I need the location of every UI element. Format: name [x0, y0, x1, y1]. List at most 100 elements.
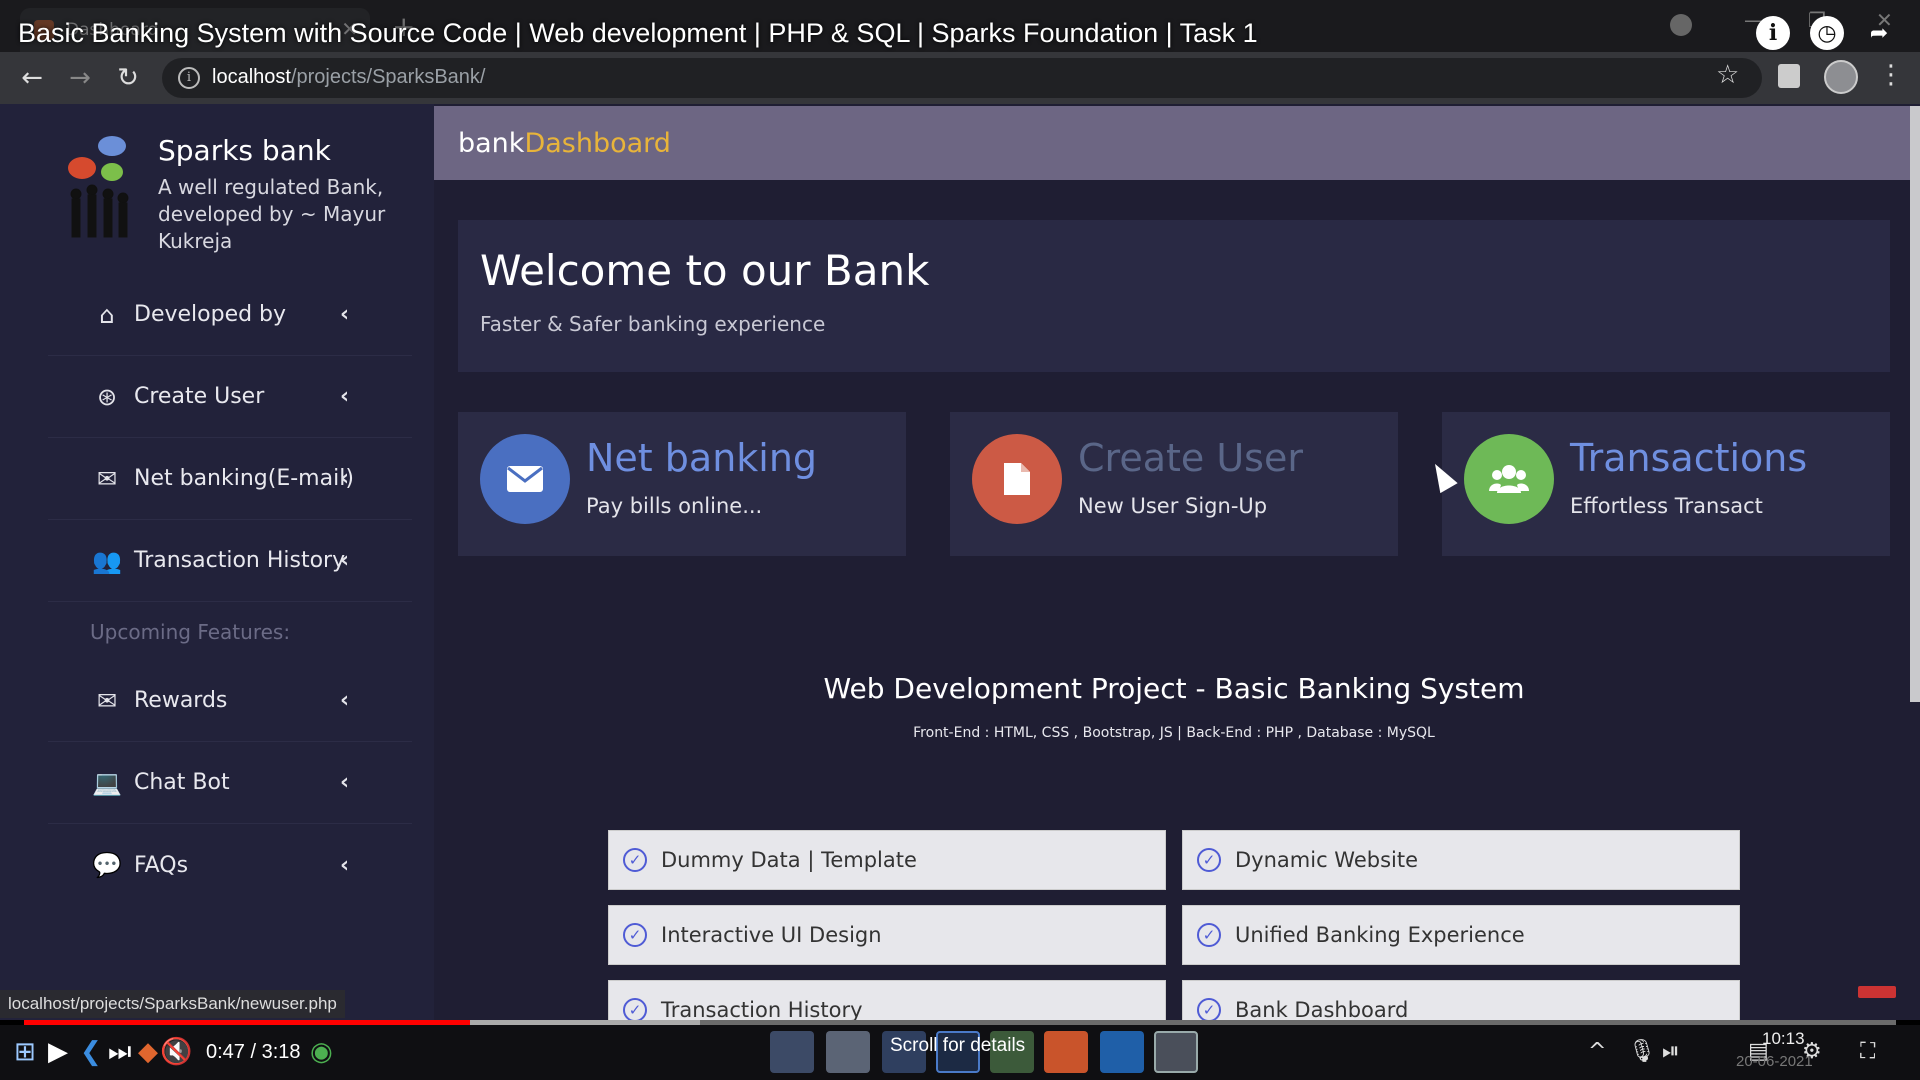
reload-icon[interactable]: ↻: [112, 62, 144, 94]
feature-label: Dynamic Website: [1235, 848, 1419, 872]
feature-label: Bank Dashboard: [1235, 998, 1409, 1020]
sidebar-item-net-banking[interactable]: ✉ Net banking(E-mail) ‹: [48, 438, 412, 520]
chevron-left-icon: ‹: [340, 688, 350, 713]
address-bar[interactable]: i localhost/projects/SparksBank/: [162, 58, 1762, 98]
welcome-heading: Welcome to our Bank: [480, 246, 930, 295]
header-title-accent: Dashboard: [524, 128, 671, 159]
feature-item: ✓ Interactive UI Design: [608, 905, 1166, 965]
back-icon[interactable]: ←: [16, 62, 48, 94]
sidebar-item-developed-by[interactable]: ⌂ Developed by ‹: [48, 274, 412, 356]
taskbar-computer-icon[interactable]: [770, 1031, 814, 1073]
chrome-icon[interactable]: ◉: [310, 1037, 333, 1067]
header-title-prefix: bank: [458, 128, 525, 159]
watch-later-icon[interactable]: ◷: [1810, 16, 1844, 50]
forward-icon[interactable]: →: [64, 62, 96, 94]
play-icon[interactable]: ▶: [48, 1037, 68, 1067]
browser-chrome: Dashboard ✕ + — ❐ ✕ Basic Banking System…: [0, 0, 1920, 104]
main-content: bankDashboard Welcome to our Bank Faster…: [434, 104, 1914, 1020]
brand-tagline: A well regulated Bank, developed by ~ Ma…: [158, 175, 386, 253]
vscode-icon[interactable]: ❮: [80, 1037, 102, 1067]
project-stack: Front-End : HTML, CSS , Bootstrap, JS | …: [913, 725, 1435, 741]
users-icon: [1489, 465, 1529, 493]
taskbar-app-icon[interactable]: [1154, 1031, 1198, 1073]
sidebar-item-label: Chat Bot: [134, 770, 230, 795]
check-circle-icon: ✓: [1197, 848, 1221, 872]
card-subtitle: New User Sign-Up: [1078, 494, 1268, 518]
tab-search-icon[interactable]: [1670, 14, 1692, 36]
autoplay-toggle-icon[interactable]: ⏯: [1662, 1039, 1680, 1064]
chevron-left-icon: ‹: [340, 548, 350, 573]
sidebar-item-transaction-history[interactable]: 👥 Transaction History ‹: [48, 520, 412, 602]
card-title: Net banking: [586, 436, 818, 480]
bookmark-star-icon[interactable]: ☆: [1716, 60, 1739, 90]
sidebar-item-faqs[interactable]: 💬 FAQs ‹: [48, 824, 412, 906]
sidebar-item-label: Developed by: [134, 302, 287, 327]
sidebar-item-chat-bot[interactable]: 💻 Chat Bot ‹: [48, 742, 412, 824]
sidebar-item-label: Transaction History: [134, 548, 346, 573]
feature-label: Interactive UI Design: [661, 923, 882, 947]
taskbar-vscode-icon[interactable]: [1100, 1031, 1144, 1073]
lifebuoy-icon: ⊛: [96, 382, 118, 411]
file-icon: [1004, 463, 1030, 495]
share-icon[interactable]: ➦: [1862, 16, 1896, 50]
info-icon[interactable]: i: [1756, 16, 1790, 50]
menu-kebab-icon[interactable]: ⋮: [1878, 60, 1904, 90]
taskbar-date: 20-06-2021: [1736, 1053, 1813, 1070]
brand-logo-icon: [68, 136, 129, 238]
users-icon: 👥: [92, 546, 122, 575]
sidebar: Sparks bank A well regulated Bank, devel…: [0, 104, 434, 1020]
url-host: localhost: [212, 66, 291, 88]
home-icon: ⌂: [99, 300, 115, 329]
taskbar-recycle-icon[interactable]: [826, 1031, 870, 1073]
site-info-icon[interactable]: i: [178, 67, 200, 89]
chevron-left-icon: ‹: [340, 384, 350, 409]
mute-icon[interactable]: 🔇: [160, 1037, 192, 1067]
sidebar-item-label: Rewards: [134, 688, 228, 713]
microphone-icon[interactable]: 🎙: [1628, 1039, 1656, 1064]
card-create-user[interactable]: Create User New User Sign-Up: [950, 412, 1398, 556]
card-net-banking[interactable]: Net banking Pay bills online...: [458, 412, 906, 556]
welcome-subheading: Faster & Safer banking experience: [480, 312, 826, 336]
check-circle-icon: ✓: [1197, 998, 1221, 1020]
card-subtitle: Pay bills online...: [586, 494, 763, 518]
laptop-icon: 💻: [92, 768, 122, 797]
windows-start-icon[interactable]: ⊞: [14, 1037, 36, 1067]
feature-item: ✓ Dummy Data | Template: [608, 830, 1166, 890]
sidebar-item-create-user[interactable]: ⊛ Create User ‹: [48, 356, 412, 438]
next-icon[interactable]: ⏭: [108, 1037, 131, 1068]
chevron-left-icon: ‹: [340, 302, 350, 327]
envelope-open-icon: ✉: [96, 686, 118, 715]
player-taskbar: ⊞ ▶ ❮ ⏭ ◆ 🔇 0:47 / 3:18 ◉ Scroll for det…: [0, 1025, 1920, 1080]
card-title: Create User: [1078, 436, 1303, 480]
welcome-panel: Welcome to our Bank Faster & Safer banki…: [458, 220, 1890, 372]
chevron-left-icon: ‹: [340, 852, 350, 878]
taskbar-brave-icon[interactable]: [1044, 1031, 1088, 1073]
upcoming-features-label: Upcoming Features:: [90, 620, 291, 644]
browser-toolbar: ← → ↻ i localhost/projects/SparksBank/ ☆…: [0, 52, 1920, 104]
feature-label: Unified Banking Experience: [1235, 923, 1525, 947]
feature-item: ✓ Unified Banking Experience: [1182, 905, 1740, 965]
fullscreen-icon[interactable]: ⛶: [1860, 1039, 1875, 1064]
feature-item: ✓ Transaction History: [608, 980, 1166, 1020]
chevron-left-icon: ‹: [340, 466, 350, 491]
chevron-left-icon: ‹: [340, 770, 350, 795]
status-bar-url: localhost/projects/SparksBank/newuser.ph…: [0, 990, 345, 1018]
tray-chevron-up-icon[interactable]: ^: [1588, 1039, 1606, 1064]
extensions-icon[interactable]: [1778, 64, 1800, 88]
sidebar-item-rewards[interactable]: ✉ Rewards ‹: [48, 660, 412, 742]
header-title[interactable]: bankDashboard: [458, 128, 671, 159]
card-transactions[interactable]: Transactions Effortless Transact: [1442, 412, 1890, 556]
sidebar-item-label: Create User: [134, 384, 265, 409]
profile-avatar[interactable]: [1824, 60, 1858, 94]
circle-envelope: [480, 434, 570, 524]
feature-item: ✓ Dynamic Website: [1182, 830, 1740, 890]
comments-icon: 💬: [92, 851, 122, 879]
brave-icon[interactable]: ◆: [138, 1037, 158, 1067]
card-title: Transactions: [1570, 436, 1808, 480]
dashboard-header: bankDashboard: [434, 106, 1914, 180]
url-path: /projects/SparksBank/: [290, 66, 486, 88]
scroll-for-details[interactable]: Scroll for details: [890, 1035, 1025, 1057]
taskbar-clock: 10:13: [1762, 1029, 1805, 1048]
page-scrollbar[interactable]: [1910, 106, 1920, 702]
feature-item: ✓ Bank Dashboard: [1182, 980, 1740, 1020]
